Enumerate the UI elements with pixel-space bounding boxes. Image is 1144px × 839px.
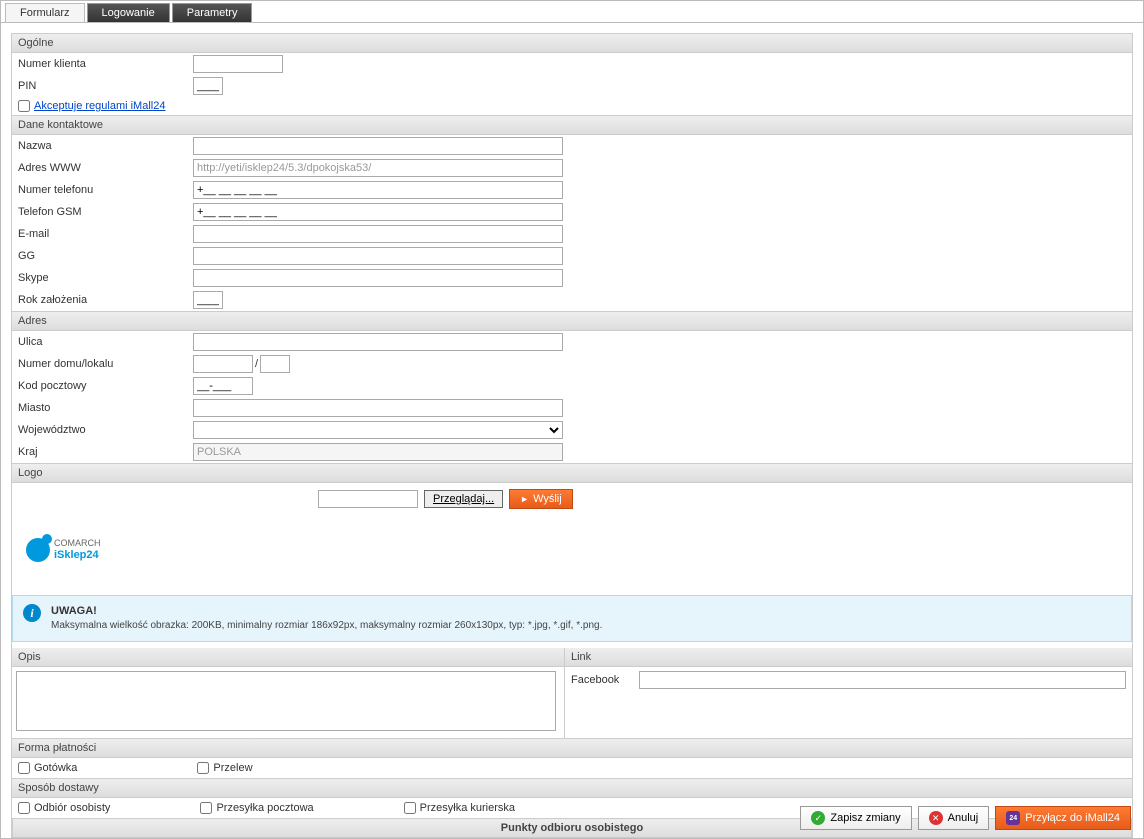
cancel-button[interactable]: ✕ Anuluj — [918, 806, 990, 830]
input-kod-pocztowy[interactable] — [193, 377, 253, 395]
checkbox-przelew[interactable] — [197, 762, 209, 774]
select-wojewodztwo[interactable] — [193, 421, 563, 439]
label-odbior-osobisty: Odbiór osobisty — [34, 802, 110, 814]
input-gg[interactable] — [193, 247, 563, 265]
label-kraj: Kraj — [18, 446, 193, 458]
label-miasto: Miasto — [18, 402, 193, 414]
info-body: Maksymalna wielkość obrazka: 200KB, mini… — [51, 620, 602, 631]
input-numer-telefonu[interactable] — [193, 181, 563, 199]
section-sposob-dostawy: Sposób dostawy — [12, 778, 1132, 798]
section-opis: Opis — [12, 648, 564, 667]
send-button[interactable]: Wyślij — [509, 489, 573, 509]
input-telefon-gsm[interactable] — [193, 203, 563, 221]
label-numer-telefonu: Numer telefonu — [18, 184, 193, 196]
slash-separator: / — [253, 358, 260, 370]
label-gg: GG — [18, 250, 193, 262]
input-numer-lokalu[interactable] — [260, 355, 290, 373]
logo-brand-top: COMARCH — [54, 539, 101, 549]
label-przesylka-kurierska: Przesyłka kurierska — [420, 802, 515, 814]
send-icon — [520, 493, 529, 505]
save-button[interactable]: ✓ Zapisz zmiany — [800, 806, 911, 830]
logo-image: COMARCH iSklep24 — [26, 525, 106, 575]
input-skype[interactable] — [193, 269, 563, 287]
input-file-path[interactable] — [318, 490, 418, 508]
connect-imall-button[interactable]: 24 Przyłącz do iMall24 — [995, 806, 1131, 830]
label-ulica: Ulica — [18, 336, 193, 348]
label-przelew: Przelew — [213, 762, 252, 774]
tab-parametry[interactable]: Parametry — [172, 3, 253, 22]
info-icon: i — [23, 604, 41, 622]
check-icon: ✓ — [811, 811, 825, 825]
label-przesylka-pocztowa: Przesyłka pocztowa — [216, 802, 313, 814]
input-nazwa[interactable] — [193, 137, 563, 155]
label-pin: PIN — [18, 80, 193, 92]
label-facebook: Facebook — [571, 674, 631, 686]
section-ogolne: Ogólne — [12, 34, 1132, 53]
label-gotowka: Gotówka — [34, 762, 77, 774]
label-numer-domu: Numer domu/lokalu — [18, 358, 193, 370]
input-kraj — [193, 443, 563, 461]
label-telefon-gsm: Telefon GSM — [18, 206, 193, 218]
tab-formularz[interactable]: Formularz — [5, 3, 85, 22]
checkbox-przesylka-kurierska[interactable] — [404, 802, 416, 814]
label-rok-zalozenia: Rok założenia — [18, 294, 193, 306]
browse-button[interactable]: Przeglądaj... — [424, 490, 503, 508]
imall24-icon: 24 — [1006, 811, 1020, 825]
label-numer-klienta: Numer klienta — [18, 58, 193, 70]
section-dane-kontaktowe: Dane kontaktowe — [12, 115, 1132, 135]
input-pin[interactable] — [193, 77, 223, 95]
send-button-label: Wyślij — [533, 493, 562, 505]
input-rok-zalozenia[interactable] — [193, 291, 223, 309]
section-forma-platnosci: Forma płatności — [12, 738, 1132, 758]
tab-bar: Formularz Logowanie Parametry — [1, 1, 1143, 23]
save-button-label: Zapisz zmiany — [830, 812, 900, 824]
checkbox-akceptuje[interactable] — [18, 100, 30, 112]
cancel-button-label: Anuluj — [948, 812, 979, 824]
label-email: E-mail — [18, 228, 193, 240]
label-adres-www: Adres WWW — [18, 162, 193, 174]
checkbox-gotowka[interactable] — [18, 762, 30, 774]
input-adres-www[interactable] — [193, 159, 563, 177]
checkbox-odbior-osobisty[interactable] — [18, 802, 30, 814]
label-wojewodztwo: Województwo — [18, 424, 193, 436]
logo-blob-icon — [26, 538, 50, 562]
logo-brand-bottom: iSklep24 — [54, 549, 99, 561]
input-numer-klienta[interactable] — [193, 55, 283, 73]
textarea-opis[interactable] — [16, 671, 556, 731]
connect-button-label: Przyłącz do iMall24 — [1025, 812, 1120, 824]
section-logo: Logo — [12, 463, 1132, 483]
input-ulica[interactable] — [193, 333, 563, 351]
info-title: UWAGA! — [51, 605, 97, 617]
link-akceptuje-regulamin[interactable]: Akceptuje regulami iMall24 — [34, 100, 165, 112]
input-facebook[interactable] — [639, 671, 1126, 689]
input-email[interactable] — [193, 225, 563, 243]
input-numer-domu[interactable] — [193, 355, 253, 373]
tab-logowanie[interactable]: Logowanie — [87, 3, 170, 22]
checkbox-przesylka-pocztowa[interactable] — [200, 802, 212, 814]
close-icon: ✕ — [929, 811, 943, 825]
label-skype: Skype — [18, 272, 193, 284]
label-nazwa: Nazwa — [18, 140, 193, 152]
input-miasto[interactable] — [193, 399, 563, 417]
label-kod-pocztowy: Kod pocztowy — [18, 380, 193, 392]
section-link: Link — [565, 648, 1132, 667]
section-adres: Adres — [12, 311, 1132, 331]
info-box: i UWAGA! Maksymalna wielkość obrazka: 20… — [12, 595, 1132, 642]
